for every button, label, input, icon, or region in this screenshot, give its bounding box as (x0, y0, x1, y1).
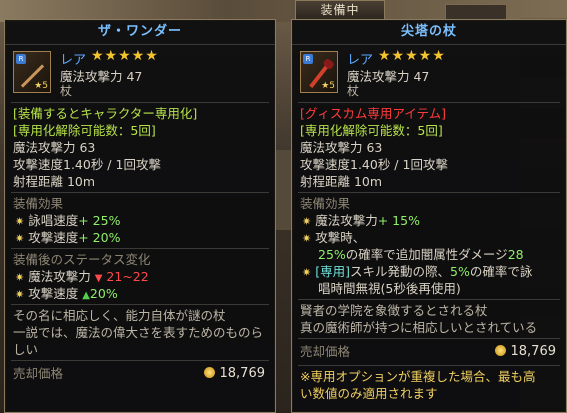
divider (298, 365, 560, 366)
effect-line-continued: 25%の確率で追加闇属性ダメージ28 (318, 247, 524, 262)
effect-line: ✷ [専用]スキル発動の際、5%の確率で詠 (302, 264, 533, 279)
sparkle-icon: ✷ (302, 232, 312, 245)
divider (11, 192, 269, 193)
status-change-title: 装備後のステータス変化 (13, 252, 151, 267)
divider (298, 102, 560, 103)
item-level: ★5 (321, 81, 335, 91)
item-category: 杖 (60, 84, 73, 98)
item-description: 賢者の学院を象徴するとされる杖 (300, 303, 488, 318)
effect-line-continued: 唱時間無視(5秒後再使用) (318, 281, 461, 296)
effect-section-title: 装備効果 (300, 196, 351, 211)
divider (11, 102, 269, 103)
divider (298, 299, 560, 300)
divider (11, 360, 269, 361)
item-header: R ★5 レア ★★★★★ 魔法攻撃力 47 杖 (292, 45, 566, 100)
rare-badge-icon: R (303, 54, 313, 64)
divider (298, 192, 560, 193)
divider (298, 338, 560, 339)
sparkle-icon: ✷ (15, 232, 25, 245)
rare-badge-icon: R (16, 54, 26, 64)
sell-price: 18,769 (494, 341, 556, 363)
stat-line: 射程距離 10m (13, 174, 96, 189)
sparkle-icon: ✷ (15, 271, 25, 284)
note-text: ※専用オプションが重複した場合、最も高 (300, 369, 536, 384)
sparkle-icon: ✷ (302, 266, 312, 279)
item-tooltip-right: 尖塔の杖 R ★5 レア ★★★★★ 魔法攻撃力 47 杖 [グィスカム専用アイ… (291, 19, 567, 413)
background-window-stub (445, 4, 507, 20)
arrow-up-icon: ▲ (82, 290, 90, 301)
stat-line: 魔法攻撃力 63 (13, 140, 96, 155)
stat-line: 魔法攻撃力 63 (300, 140, 383, 155)
unbind-count: [専用化解除可能数：5回] (13, 123, 156, 138)
star-rating: ★★★★★ (378, 48, 446, 64)
sell-price-row: 売却価格 18,769 (292, 341, 566, 363)
sell-price-label: 売却価格 (300, 344, 351, 359)
effect-line: ✷ 魔法攻撃力+ 15% (302, 213, 420, 228)
sparkle-icon: ✷ (302, 215, 312, 228)
sparkle-icon: ✷ (15, 288, 25, 301)
special-condition: [グィスカム専用アイテム] (300, 106, 447, 121)
note-text: い数値のみ適用されます (300, 386, 438, 401)
effect-line: ✷ 攻撃速度+ 20% (15, 230, 121, 245)
divider (11, 248, 269, 249)
item-icon: R ★5 (300, 51, 338, 93)
status-change-line: ✷ 攻撃速度 ▲20% (15, 286, 118, 301)
item-description: しい (13, 342, 39, 357)
item-tooltip-left: ザ・ワンダー R ★5 レア ★★★★★ 魔法攻撃力 47 杖 [装備するとキャ… (4, 19, 276, 413)
item-description: 真の魔術師が持つに相応しいとされている (300, 320, 538, 335)
effect-section-title: 装備効果 (13, 196, 64, 211)
item-category: 杖 (347, 84, 360, 98)
effect-line: ✷ 攻撃時、 (302, 230, 366, 245)
sell-price-label: 売却価格 (13, 366, 64, 381)
item-header: R ★5 レア ★★★★★ 魔法攻撃力 47 杖 (5, 45, 275, 100)
base-magic-attack: 魔法攻撃力 47 (60, 69, 143, 84)
arrow-down-icon: ▼ (94, 273, 103, 284)
special-condition: [装備するとキャラクター専用化] (13, 106, 198, 121)
stat-line: 攻撃速度1.40秒 / 1回攻撃 (13, 157, 161, 172)
sparkle-icon: ✷ (15, 215, 25, 228)
equipped-tab: 装備中 (295, 0, 385, 20)
status-change-line: ✷ 魔法攻撃力 ▼ 21~22 (15, 269, 149, 284)
item-description: 一説では、魔法の偉大さを表すためのものら (13, 325, 264, 340)
stat-line: 攻撃速度1.40秒 / 1回攻撃 (300, 157, 448, 172)
base-magic-attack: 魔法攻撃力 47 (347, 69, 430, 84)
unbind-count: [専用化解除可能数：5回] (300, 123, 443, 138)
item-level: ★5 (34, 81, 48, 91)
effect-line: ✷ 詠唱速度+ 25% (15, 213, 121, 228)
gold-coin-icon (494, 345, 506, 356)
divider (11, 304, 269, 305)
stat-line: 射程距離 10m (300, 174, 383, 189)
item-name: 尖塔の杖 (292, 20, 566, 45)
star-rating: ★★★★★ (91, 48, 159, 64)
sell-price-row: 売却価格 18,769 (5, 363, 275, 385)
gold-coin-icon (203, 367, 215, 378)
item-icon: R ★5 (13, 51, 51, 93)
item-name: ザ・ワンダー (5, 20, 275, 45)
sell-price: 18,769 (203, 363, 265, 385)
item-description: その名に相応しく、能力自体が謎の杖 (13, 308, 226, 323)
